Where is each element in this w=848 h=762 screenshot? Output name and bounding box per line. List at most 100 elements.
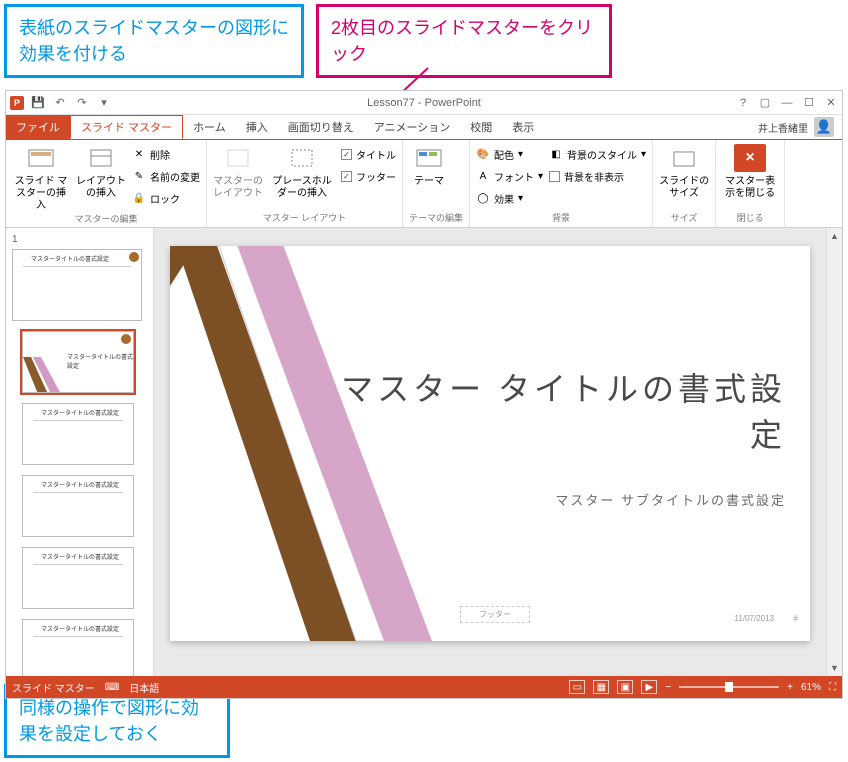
tab-review[interactable]: 校閲 <box>460 115 502 139</box>
checkbox-icon <box>549 171 560 182</box>
colors-label: 配色 <box>494 147 514 162</box>
thumb-layout-title: マスタータイトルの書式設定 <box>67 352 133 370</box>
tab-slide-master[interactable]: スライド マスター <box>70 115 183 139</box>
thumbnail-layout-4[interactable]: マスタータイトルの書式設定 <box>22 547 134 609</box>
hide-bg-label: 背景を非表示 <box>564 169 624 184</box>
workspace: 1 マスタータイトルの書式設定 マスタータイトルの書式設定 <box>6 228 842 676</box>
tab-transitions[interactable]: 画面切り替え <box>278 115 364 139</box>
close-master-view-button[interactable]: × マスター表示を閉じる <box>722 144 778 200</box>
tab-animations[interactable]: アニメーション <box>364 115 461 139</box>
zoom-slider-thumb[interactable] <box>725 682 733 692</box>
delete-icon: ✕ <box>132 147 146 161</box>
thumbnail-layout-3[interactable]: マスタータイトルの書式設定 <box>22 475 134 537</box>
bg-style-icon: ◧ <box>549 147 563 161</box>
master-layout-icon <box>224 146 252 170</box>
ribbon-tabs: ファイル スライド マスター ホーム 挿入 画面切り替え アニメーション 校閲 … <box>6 115 842 140</box>
slide-date-placeholder[interactable]: 11/07/2013 <box>735 614 774 623</box>
scroll-down-button[interactable]: ▼ <box>827 660 842 676</box>
tab-file[interactable]: ファイル <box>6 115 70 139</box>
thumb-layout-title: マスタータイトルの書式設定 <box>41 552 119 561</box>
themes-label: テーマ <box>414 176 444 188</box>
master-layout-button: マスターのレイアウト <box>213 144 263 200</box>
zoom-in-button[interactable]: + <box>787 682 793 693</box>
title-bar: P 💾 ↶ ↷ ▾ Lesson77 - PowerPoint ? ▢ — ☐ … <box>6 91 842 115</box>
callout-top-right: 2枚目のスライドマスターをクリック <box>316 4 612 78</box>
vertical-scrollbar[interactable]: ▲ ▼ <box>826 228 842 676</box>
user-area[interactable]: 井上香緒里 👤 <box>750 115 842 139</box>
scroll-up-button[interactable]: ▲ <box>827 228 842 244</box>
zoom-out-button[interactable]: − <box>665 682 671 693</box>
master-layout-label: マスターのレイアウト <box>213 176 263 200</box>
layout-icon <box>87 146 115 170</box>
effects-button[interactable]: ◯効果 ▾ <box>476 188 543 208</box>
ribbon-group-master-layout: マスターのレイアウト プレースホルダーの挿入 ✓タイトル ✓フッター マスター … <box>207 140 403 227</box>
qat-undo-button[interactable]: ↶ <box>52 95 68 111</box>
ribbon-group-edit-master: スライド マスターの挿入 レイアウトの挿入 ✕削除 ✎名前の変更 🔒ロック マス… <box>6 140 207 227</box>
lock-button[interactable]: 🔒 ロック <box>132 188 200 208</box>
slide-footer-placeholder[interactable]: フッター <box>460 606 530 623</box>
thumbnail-pane[interactable]: 1 マスタータイトルの書式設定 マスタータイトルの書式設定 <box>6 228 154 676</box>
ribbon-group-close: × マスター表示を閉じる 閉じる <box>716 140 785 227</box>
title-checkbox-label: タイトル <box>356 147 396 162</box>
slide-subtitle-placeholder[interactable]: マスター サブタイトルの書式設定 <box>555 490 786 509</box>
minimize-button[interactable]: — <box>780 96 794 110</box>
view-sorter-button[interactable]: ▦ <box>593 680 609 694</box>
thumb-layout-title: マスタータイトルの書式設定 <box>41 480 119 489</box>
lock-label: ロック <box>150 191 180 206</box>
qat-redo-button[interactable]: ↷ <box>74 95 90 111</box>
themes-button[interactable]: テーマ <box>409 144 449 188</box>
insert-placeholder-button[interactable]: プレースホルダーの挿入 <box>269 144 335 200</box>
view-reading-button[interactable]: ▣ <box>617 680 633 694</box>
title-checkbox[interactable]: ✓ タイトル <box>341 144 396 164</box>
ribbon-group-size: スライドのサイズ サイズ <box>653 140 716 227</box>
thumbnail-layout-2[interactable]: マスタータイトルの書式設定 <box>22 403 134 465</box>
insert-layout-button[interactable]: レイアウトの挿入 <box>76 144 126 200</box>
app-icon: P <box>10 96 24 110</box>
checkbox-icon: ✓ <box>341 149 352 160</box>
slide-canvas-area[interactable]: マスター タイトルの書式設定 マスター サブタイトルの書式設定 フッター 11/… <box>154 228 826 676</box>
thumb-master-title: マスタータイトルの書式設定 <box>31 254 109 263</box>
lock-icon: 🔒 <box>132 191 146 205</box>
qat-customize-button[interactable]: ▾ <box>96 95 112 111</box>
ribbon-display-button[interactable]: ▢ <box>758 96 772 110</box>
zoom-value[interactable]: 61% <box>801 682 821 693</box>
insert-slide-master-button[interactable]: スライド マスターの挿入 <box>12 144 70 212</box>
status-lang-icon: ⌨ <box>105 682 119 693</box>
thumbnail-layout-5[interactable]: マスタータイトルの書式設定 <box>22 619 134 676</box>
rename-button[interactable]: ✎名前の変更 <box>132 166 200 186</box>
view-normal-button[interactable]: ▭ <box>569 680 585 694</box>
maximize-button[interactable]: ☐ <box>802 96 816 110</box>
callout-top-left: 表紙のスライドマスターの図形に効果を付ける <box>4 4 304 78</box>
group-size-label: サイズ <box>659 211 709 227</box>
status-mode: スライド マスター <box>12 680 95 695</box>
zoom-slider[interactable] <box>679 686 779 688</box>
bg-style-button[interactable]: ◧背景のスタイル ▾ <box>549 144 646 164</box>
view-slideshow-button[interactable]: ▶ <box>641 680 657 694</box>
thumb-badge-icon <box>129 252 139 262</box>
fit-to-window-button[interactable]: ⛶ <box>829 682 836 693</box>
window-title: Lesson77 - PowerPoint <box>367 97 481 109</box>
slide-size-button[interactable]: スライドのサイズ <box>659 144 709 200</box>
master-index: 1 <box>10 234 149 245</box>
tab-view[interactable]: 表示 <box>502 115 544 139</box>
group-close-label: 閉じる <box>722 211 778 227</box>
tab-insert[interactable]: 挿入 <box>236 115 278 139</box>
thumbnail-master[interactable]: マスタータイトルの書式設定 <box>12 249 142 321</box>
hide-bg-checkbox[interactable]: 背景を非表示 <box>549 166 646 186</box>
tab-home[interactable]: ホーム <box>183 115 236 139</box>
fonts-icon: A <box>476 169 490 183</box>
thumbnail-layout-1[interactable]: マスタータイトルの書式設定 <box>22 331 134 393</box>
delete-button[interactable]: ✕削除 <box>132 144 200 164</box>
slide-title-placeholder[interactable]: マスター タイトルの書式設定 <box>336 366 786 459</box>
footer-checkbox[interactable]: ✓フッター <box>341 166 396 186</box>
fonts-button[interactable]: Aフォント ▾ <box>476 166 543 186</box>
themes-icon <box>415 146 443 170</box>
close-window-button[interactable]: ✕ <box>824 96 838 110</box>
group-edit-theme-label: テーマの編集 <box>409 211 463 227</box>
help-button[interactable]: ? <box>736 96 750 110</box>
user-name: 井上香緒里 <box>758 120 808 135</box>
qat-save-button[interactable]: 💾 <box>30 95 46 111</box>
powerpoint-window: P 💾 ↶ ↷ ▾ Lesson77 - PowerPoint ? ▢ — ☐ … <box>5 90 843 699</box>
colors-button[interactable]: 🎨配色 ▾ <box>476 144 543 164</box>
slide-pagenum-placeholder[interactable]: # <box>794 614 798 623</box>
